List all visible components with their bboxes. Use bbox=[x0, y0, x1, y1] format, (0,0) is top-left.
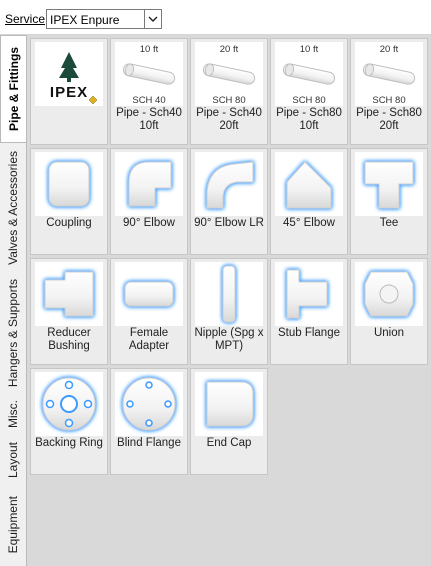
elbow-45-icon bbox=[275, 152, 343, 216]
tab-equipment[interactable]: Equipment bbox=[0, 485, 26, 565]
tile-label: Union bbox=[373, 327, 405, 339]
reducer-bushing-tile[interactable]: Reducer Bushing bbox=[30, 258, 108, 365]
pipe-icon: 20 ft SCH 80 bbox=[355, 42, 423, 106]
stub-flange-icon bbox=[275, 262, 343, 326]
tile-label: Stub Flange bbox=[277, 327, 340, 339]
tile-label: Pipe - Sch80 20ft bbox=[356, 107, 422, 132]
tile-label: End Cap bbox=[206, 437, 252, 449]
pipe-sch80-20ft-tile[interactable]: 20 ft SCH 80 Pipe - Sch80 20ft bbox=[350, 38, 428, 145]
ipex-logo-icon: IPEX bbox=[35, 42, 103, 106]
chevron-down-icon[interactable] bbox=[144, 10, 161, 28]
tile-label: Coupling bbox=[46, 217, 92, 229]
tab-valves-accessories[interactable]: Valves & Accessories bbox=[0, 143, 26, 273]
elbow-90-lr-tile[interactable]: 90° Elbow LR bbox=[190, 148, 268, 255]
category-tabs: Pipe & Fittings Valves & Accessories Han… bbox=[0, 35, 27, 566]
backing-ring-tile[interactable]: Backing Ring bbox=[30, 368, 108, 475]
pipe-icon: 10 ft SCH 80 bbox=[275, 42, 343, 106]
pipe-sch80-10ft-tile[interactable]: 10 ft SCH 80 Pipe - Sch80 10ft bbox=[270, 38, 348, 145]
tile-label: Pipe - Sch40 20ft bbox=[196, 107, 262, 132]
fittings-grid: IPEX 10 ft SCH 40 Pipe - Sch40 10ft 20 f… bbox=[30, 38, 428, 475]
union-tile[interactable]: Union bbox=[350, 258, 428, 365]
elbow-90-icon bbox=[115, 152, 183, 216]
tile-label: 90° Elbow bbox=[123, 217, 175, 229]
elbow-45-tile[interactable]: 45° Elbow bbox=[270, 148, 348, 255]
tab-pipe-fittings[interactable]: Pipe & Fittings bbox=[0, 35, 26, 143]
elbow-90-lr-icon bbox=[195, 152, 263, 216]
tile-label: Reducer Bushing bbox=[47, 327, 91, 352]
tile-label: 45° Elbow bbox=[283, 217, 335, 229]
tab-misc[interactable]: Misc. bbox=[0, 393, 26, 435]
union-icon bbox=[355, 262, 423, 326]
pipe-icon: 20 ft SCH 80 bbox=[195, 42, 263, 106]
ipex-brand: IPEX bbox=[49, 84, 89, 101]
tab-layout[interactable]: Layout bbox=[0, 435, 26, 485]
service-dropdown[interactable]: IPEX Enpure bbox=[46, 9, 162, 29]
pipe-icon: 10 ft SCH 40 bbox=[115, 42, 183, 106]
tile-label: Female Adapter bbox=[128, 327, 170, 352]
coupling-tile[interactable]: Coupling bbox=[30, 148, 108, 255]
service-bar: Service IPEX Enpure bbox=[0, 0, 431, 35]
nipple-icon bbox=[195, 262, 263, 326]
service-value: IPEX Enpure bbox=[50, 13, 120, 27]
tile-label: 90° Elbow LR bbox=[194, 217, 264, 229]
end-cap-icon bbox=[195, 372, 263, 436]
tile-label: Tee bbox=[379, 217, 399, 229]
pipe-sch40-20ft-tile[interactable]: 20 ft SCH 80 Pipe - Sch40 20ft bbox=[190, 38, 268, 145]
tile-label: Nipple (Spg x MPT) bbox=[194, 327, 264, 352]
stub-flange-tile[interactable]: Stub Flange bbox=[270, 258, 348, 365]
female-adapter-icon bbox=[115, 262, 183, 326]
ipex-logo-tile[interactable]: IPEX bbox=[30, 38, 108, 145]
tile-label: Blind Flange bbox=[117, 437, 181, 449]
tile-label: Backing Ring bbox=[35, 437, 103, 449]
reducer-bushing-icon bbox=[35, 262, 103, 326]
tile-label: Pipe - Sch80 10ft bbox=[276, 107, 342, 132]
blind-flange-tile[interactable]: Blind Flange bbox=[110, 368, 188, 475]
tab-hangers-supports[interactable]: Hangers & Supports bbox=[0, 273, 26, 393]
tee-tile[interactable]: Tee bbox=[350, 148, 428, 255]
fittings-panel: IPEX 10 ft SCH 40 Pipe - Sch40 10ft 20 f… bbox=[27, 35, 431, 566]
female-adapter-tile[interactable]: Female Adapter bbox=[110, 258, 188, 365]
tile-label: Pipe - Sch40 10ft bbox=[116, 107, 182, 132]
coupling-icon bbox=[35, 152, 103, 216]
end-cap-tile[interactable]: End Cap bbox=[190, 368, 268, 475]
backing-ring-icon bbox=[35, 372, 103, 436]
tee-icon bbox=[355, 152, 423, 216]
pipe-sch40-10ft-tile[interactable]: 10 ft SCH 40 Pipe - Sch40 10ft bbox=[110, 38, 188, 145]
blind-flange-icon bbox=[115, 372, 183, 436]
elbow-90-tile[interactable]: 90° Elbow bbox=[110, 148, 188, 255]
service-label: Service bbox=[5, 12, 46, 26]
nipple-tile[interactable]: Nipple (Spg x MPT) bbox=[190, 258, 268, 365]
